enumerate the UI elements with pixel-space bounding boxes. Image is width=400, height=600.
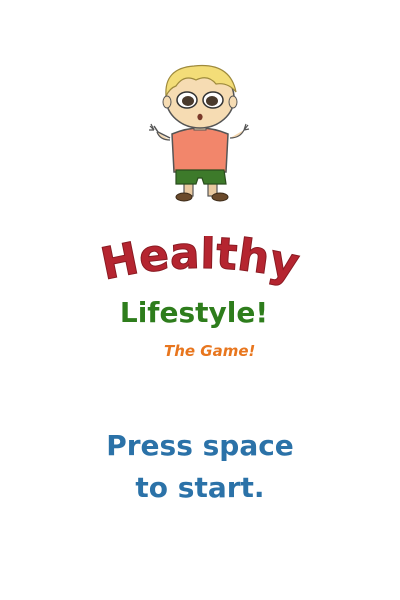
title-logo: Healthy Lifestyle! The Game! — [0, 236, 400, 366]
title-screen[interactable]: Healthy Lifestyle! The Game! Press space… — [0, 0, 400, 600]
start-prompt-line-1: Press space — [106, 429, 294, 462]
start-prompt: Press space to start. — [0, 425, 400, 509]
title-text: Healthy — [97, 236, 304, 291]
subtitle-text: Lifestyle! — [119, 296, 269, 329]
cartoon-child-mascot-icon — [149, 64, 250, 202]
start-prompt-line-2: to start. — [135, 471, 265, 504]
tagline-text: The Game! — [164, 342, 256, 360]
